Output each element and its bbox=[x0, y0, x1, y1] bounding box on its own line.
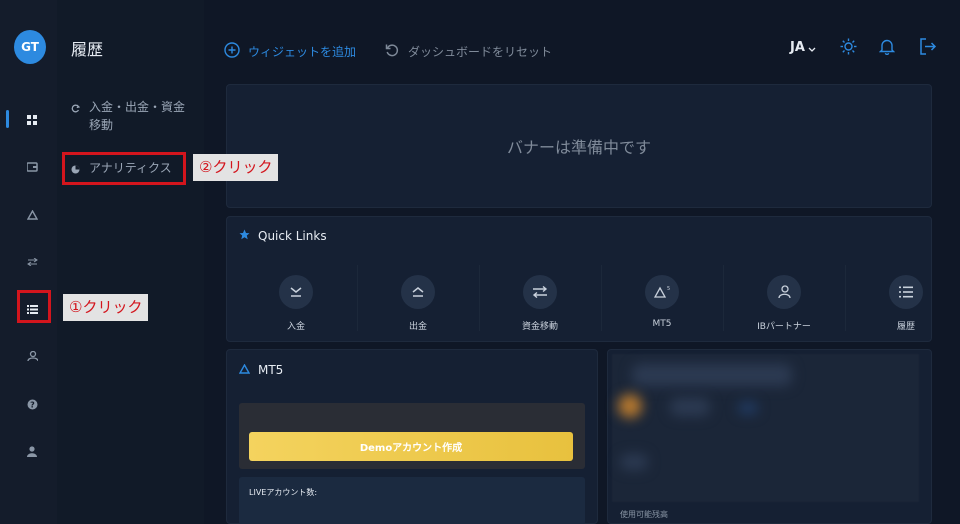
plus-circle-icon bbox=[224, 42, 240, 61]
chevron-down-icon bbox=[808, 38, 816, 57]
transfer-icon bbox=[523, 275, 557, 309]
notifications-button[interactable] bbox=[878, 38, 896, 59]
language-selector[interactable]: JA bbox=[790, 38, 816, 57]
submenu-title: 履歴 bbox=[71, 40, 104, 59]
mt5-icon bbox=[238, 363, 251, 377]
sun-icon bbox=[840, 38, 857, 59]
submenu-item-label: 入金・出金・資金 移動 bbox=[89, 100, 186, 132]
active-indicator bbox=[6, 110, 9, 128]
ib-partner-icon bbox=[767, 275, 801, 309]
reset-dashboard-button[interactable]: ダッシュボードをリセット bbox=[384, 42, 552, 61]
divider bbox=[723, 265, 724, 331]
logout-button[interactable] bbox=[919, 38, 937, 59]
blurred-block bbox=[632, 364, 792, 386]
top-bar: ウィジェットを追加 ダッシュボードをリセット JA bbox=[204, 0, 960, 80]
deposit-icon bbox=[279, 275, 313, 309]
available-balance-label: 使用可能残高 bbox=[620, 510, 668, 519]
divider bbox=[357, 265, 358, 331]
balance-card: 使用可能残高 bbox=[607, 349, 932, 524]
add-widget-button[interactable]: ウィジェットを追加 bbox=[224, 42, 356, 61]
user-icon[interactable] bbox=[23, 442, 41, 460]
logout-icon bbox=[919, 38, 937, 59]
svg-text:?: ? bbox=[30, 400, 35, 409]
quick-link-mt5[interactable]: 5 MT5 bbox=[612, 275, 712, 329]
quick-link-transfer[interactable]: 資金移動 bbox=[490, 275, 590, 332]
annotation-box-analytics bbox=[62, 152, 186, 185]
help-icon[interactable]: ? bbox=[23, 395, 41, 413]
refresh-icon bbox=[71, 100, 81, 134]
mt5-header: MT5 bbox=[238, 363, 283, 377]
blurred-content bbox=[612, 354, 919, 502]
quick-links-card: Quick Links 入金 出金 資金移動 5 MT5 IBパートナー 履歴 bbox=[226, 216, 932, 342]
history-submenu: 履歴 入金・出金・資金 移動 アナリティクス bbox=[57, 0, 204, 524]
bell-icon bbox=[878, 38, 896, 59]
withdraw-icon bbox=[401, 275, 435, 309]
blurred-block bbox=[670, 398, 710, 416]
history-list-icon bbox=[889, 275, 923, 309]
blurred-block bbox=[738, 402, 758, 414]
dashboard-icon[interactable] bbox=[23, 111, 41, 129]
live-account-count-label: LIVEアカウント数: bbox=[249, 488, 318, 497]
wallet-icon[interactable] bbox=[23, 158, 41, 176]
icon-rail: GT ? bbox=[0, 0, 57, 524]
blurred-block bbox=[618, 394, 642, 418]
mt5-icon: 5 bbox=[645, 275, 679, 309]
mt5-icon[interactable] bbox=[23, 206, 41, 224]
quick-link-ib-partner[interactable]: IBパートナー bbox=[734, 275, 834, 332]
reset-icon bbox=[384, 42, 400, 61]
submenu-item-deposit-withdraw-transfer[interactable]: 入金・出金・資金 移動 bbox=[71, 98, 185, 134]
transfer-icon[interactable] bbox=[23, 253, 41, 271]
live-account-panel: LIVEアカウント数: bbox=[239, 477, 585, 524]
create-demo-account-button[interactable]: Demoアカウント作成 bbox=[249, 432, 573, 461]
annotation-box-history bbox=[17, 290, 51, 323]
divider bbox=[479, 265, 480, 331]
quick-link-withdraw[interactable]: 出金 bbox=[368, 275, 468, 332]
quick-links-header: Quick Links bbox=[239, 229, 327, 243]
star-icon bbox=[239, 229, 250, 243]
theme-toggle[interactable] bbox=[840, 38, 857, 59]
ib-partner-icon[interactable] bbox=[23, 347, 41, 365]
annotation-label-step1: ①クリック bbox=[63, 294, 149, 321]
mt5-card: MT5 Demoアカウント作成 LIVEアカウント数: bbox=[226, 349, 598, 524]
demo-account-panel: Demoアカウント作成 bbox=[239, 403, 585, 469]
svg-text:5: 5 bbox=[667, 286, 670, 292]
divider bbox=[601, 265, 602, 331]
quick-link-deposit[interactable]: 入金 bbox=[246, 275, 346, 332]
quick-link-history[interactable]: 履歴 bbox=[856, 275, 956, 332]
blurred-block bbox=[620, 454, 648, 470]
divider bbox=[845, 265, 846, 331]
annotation-label-step2: ②クリック bbox=[193, 154, 279, 181]
brand-logo[interactable]: GT bbox=[14, 30, 46, 64]
banner-card: バナーは準備中です bbox=[226, 84, 932, 208]
